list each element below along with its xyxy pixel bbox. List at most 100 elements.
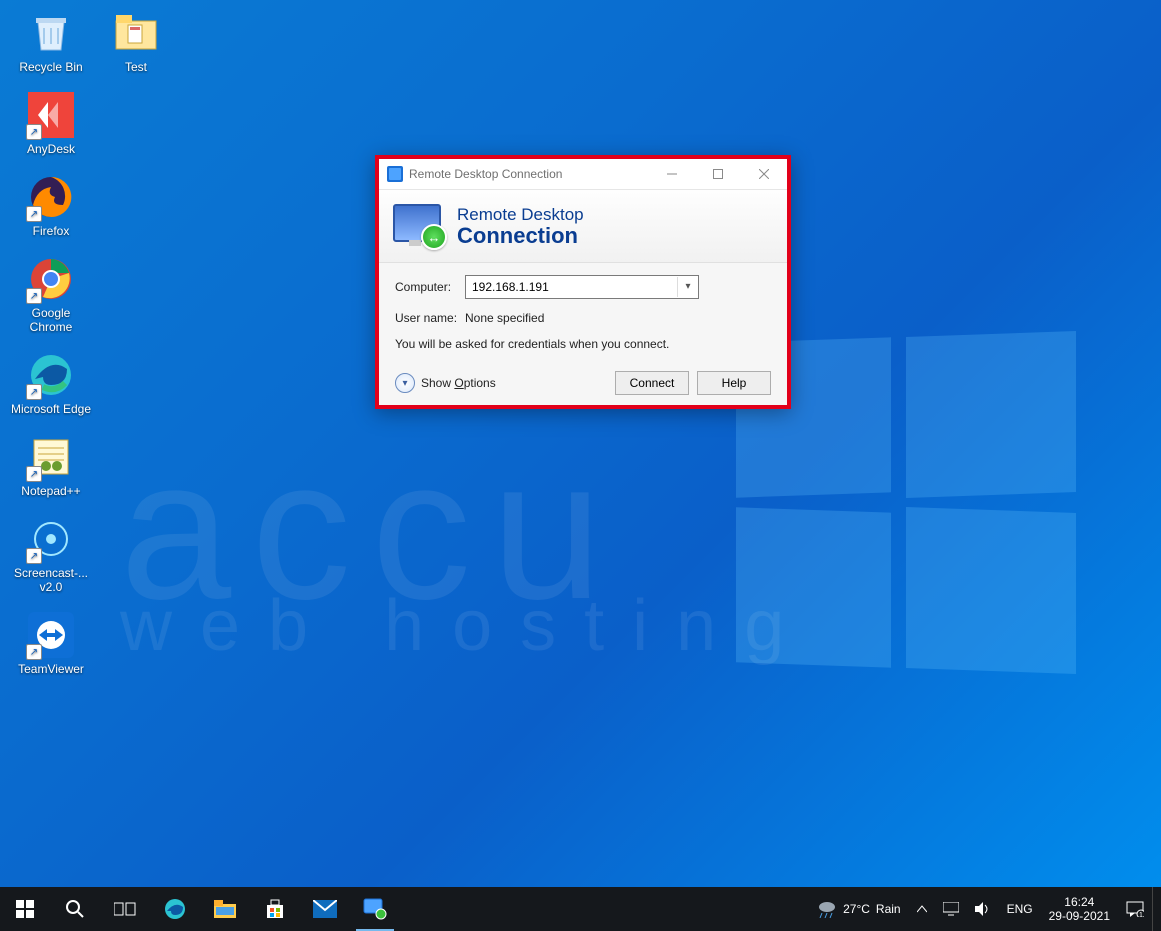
desktop-icon-label: Test — [95, 60, 177, 74]
computer-input[interactable] — [466, 280, 677, 294]
tray-volume[interactable] — [967, 887, 999, 931]
desktop-icon-label: Google Chrome — [10, 306, 92, 334]
remote-desktop-window[interactable]: Remote Desktop Connection ↔ Remote Deskt… — [375, 155, 791, 409]
system-tray: 27°C Rain ENG 16:24 29-09-2021 — [809, 887, 1161, 931]
firefox-icon: ↗ — [28, 174, 74, 220]
folder-icon — [214, 900, 236, 918]
banner-line2: Connection — [457, 225, 584, 247]
mail-icon — [313, 900, 337, 918]
search-button[interactable] — [50, 887, 100, 931]
taskbar-explorer[interactable] — [200, 887, 250, 931]
desktop-icon-folder[interactable]: Test — [95, 10, 177, 74]
rdc-taskbar-icon — [363, 898, 387, 920]
window-title: Remote Desktop Connection — [409, 167, 562, 181]
desktop-icon-screencast[interactable]: ↗ Screencast-... v2.0 — [10, 516, 92, 594]
desktop-icons-column-1: Recycle Bin ↗ AnyDesk ↗ Firefox ↗ Google Chrom… — [10, 10, 92, 694]
tray-clock[interactable]: 16:24 29-09-2021 — [1041, 887, 1118, 931]
close-icon — [759, 169, 769, 179]
weather-icon — [817, 900, 837, 918]
chevron-down-icon[interactable]: ▾ — [677, 277, 698, 297]
teamviewer-icon: ↗ — [28, 612, 74, 658]
desktop-icon-label: Screencast-... v2.0 — [10, 566, 92, 594]
desktop-icon-edge[interactable]: ↗ Microsoft Edge — [10, 352, 92, 416]
show-desktop-button[interactable] — [1152, 887, 1159, 931]
computer-label: Computer: — [395, 280, 465, 294]
task-view-icon — [114, 901, 136, 917]
notification-icon: 1 — [1126, 901, 1144, 917]
show-options-toggle[interactable]: ▾ Show Options — [395, 373, 496, 393]
shortcut-overlay-icon: ↗ — [26, 644, 42, 660]
desktop-icon-teamviewer[interactable]: ↗ TeamViewer — [10, 612, 92, 676]
tray-monitor-icon-btn[interactable] — [935, 887, 967, 931]
shortcut-overlay-icon: ↗ — [26, 384, 42, 400]
connect-button[interactable]: Connect — [615, 371, 689, 395]
desktop-icon-label: Firefox — [10, 224, 92, 238]
show-options-label: Show Options — [421, 376, 496, 390]
desktop[interactable]: accu web hosting Recycle Bin↗AnyDesk↗Fir… — [0, 0, 1161, 931]
tray-overflow[interactable] — [909, 887, 935, 931]
chevron-down-circle-icon: ▾ — [395, 373, 415, 393]
windows-start-icon — [16, 900, 34, 918]
window-titlebar[interactable]: Remote Desktop Connection — [379, 159, 787, 190]
desktop-icon-recycle-bin[interactable]: Recycle Bin — [10, 10, 92, 74]
shortcut-overlay-icon: ↗ — [26, 548, 42, 564]
desktop-icon-label: Recycle Bin — [10, 60, 92, 74]
taskbar[interactable]: 27°C Rain ENG 16:24 29-09-2021 — [0, 887, 1161, 931]
rdc-banner-icon: ↔ — [393, 204, 443, 248]
language-label: ENG — [1007, 902, 1033, 916]
action-center-button[interactable]: 1 — [1118, 887, 1152, 931]
computer-combobox[interactable]: ▾ — [465, 275, 699, 299]
chevron-up-icon — [917, 904, 927, 914]
weather-temp: 27°C — [843, 902, 870, 916]
close-button[interactable] — [741, 159, 787, 189]
clock-date: 29-09-2021 — [1049, 909, 1110, 923]
rdc-content: Computer: ▾ User name: None specified Yo… — [379, 263, 787, 405]
help-button[interactable]: Help — [697, 371, 771, 395]
weather-widget[interactable]: 27°C Rain — [809, 887, 909, 931]
shortcut-overlay-icon: ↗ — [26, 288, 42, 304]
desktop-icons-column-2: Test — [95, 10, 177, 92]
anydesk-icon: ↗ — [28, 92, 74, 138]
desktop-icon-label: Microsoft Edge — [10, 402, 92, 416]
rdc-banner: ↔ Remote Desktop Connection — [379, 190, 787, 263]
edge-icon — [163, 897, 187, 921]
minimize-button[interactable] — [649, 159, 695, 189]
task-view-button[interactable] — [100, 887, 150, 931]
minimize-icon — [667, 169, 677, 179]
recycle-bin-icon — [28, 10, 74, 56]
credentials-hint: You will be asked for credentials when y… — [395, 337, 771, 351]
desktop-icon-firefox[interactable]: ↗ Firefox — [10, 174, 92, 238]
maximize-button[interactable] — [695, 159, 741, 189]
taskbar-mail[interactable] — [300, 887, 350, 931]
shortcut-overlay-icon: ↗ — [26, 466, 42, 482]
screencast-icon: ↗ — [28, 516, 74, 562]
store-icon — [265, 899, 285, 919]
desktop-icon-label: AnyDesk — [10, 142, 92, 156]
speaker-icon — [975, 902, 991, 916]
search-icon — [65, 899, 85, 919]
rdc-title-icon — [387, 166, 403, 182]
desktop-icon-notepadpp[interactable]: ↗ Notepad++ — [10, 434, 92, 498]
desktop-icon-anydesk[interactable]: ↗ AnyDesk — [10, 92, 92, 156]
desktop-icon-label: Notepad++ — [10, 484, 92, 498]
svg-text:1: 1 — [1139, 912, 1143, 917]
desktop-icon-chrome[interactable]: ↗ Google Chrome — [10, 256, 92, 334]
banner-line1: Remote Desktop — [457, 205, 584, 225]
clock-time: 16:24 — [1049, 895, 1110, 909]
taskbar-rdc[interactable] — [350, 887, 400, 931]
start-button[interactable] — [0, 887, 50, 931]
taskbar-store[interactable] — [250, 887, 300, 931]
monitor-icon — [943, 902, 959, 916]
folder-icon — [113, 10, 159, 56]
chrome-icon: ↗ — [28, 256, 74, 302]
shortcut-overlay-icon: ↗ — [26, 206, 42, 222]
desktop-icon-label: TeamViewer — [10, 662, 92, 676]
taskbar-edge[interactable] — [150, 887, 200, 931]
weather-desc: Rain — [876, 902, 901, 916]
username-value: None specified — [465, 311, 544, 325]
maximize-icon — [713, 169, 723, 179]
notepadpp-icon: ↗ — [28, 434, 74, 480]
edge-icon: ↗ — [28, 352, 74, 398]
tray-language[interactable]: ENG — [999, 887, 1041, 931]
username-label: User name: — [395, 311, 465, 325]
